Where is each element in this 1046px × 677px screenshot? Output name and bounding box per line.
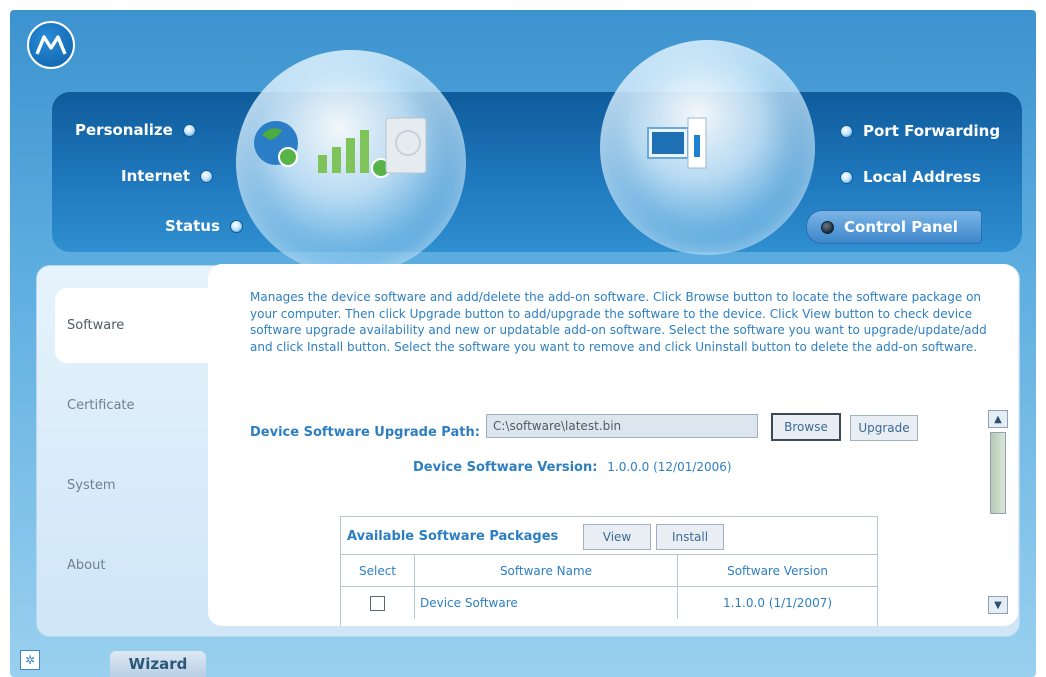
nav-dot-icon xyxy=(182,123,196,137)
nav-port-forwarding-label: Port Forwarding xyxy=(863,122,1001,140)
install-button[interactable]: Install xyxy=(656,524,724,550)
computer-icon xyxy=(647,117,707,169)
packages-table: Available Software Packages View Install… xyxy=(340,516,878,626)
network-devices-icon xyxy=(254,117,427,178)
nav-control-panel[interactable]: Control Panel xyxy=(806,210,982,244)
column-header-software-version: Software Version xyxy=(678,555,877,587)
upgrade-path-input[interactable] xyxy=(486,414,758,438)
select-checkbox[interactable] xyxy=(370,595,385,611)
software-version-row: Device Software Version: 1.0.0.0 (12/01/… xyxy=(413,460,732,475)
content-scrollbar[interactable]: ▲ ▼ xyxy=(988,410,1008,614)
upgrade-path-label: Device Software Upgrade Path: xyxy=(250,425,480,440)
scroll-thumb[interactable] xyxy=(990,432,1006,514)
tab-about[interactable]: About xyxy=(55,528,215,603)
tab-certificate-label: Certificate xyxy=(67,398,135,413)
nav-dot-icon xyxy=(840,124,853,138)
scroll-down-icon[interactable]: ▼ xyxy=(988,596,1008,614)
software-description: Manages the device software and add/dele… xyxy=(250,290,987,354)
nav-control-panel-label: Control Panel xyxy=(844,218,958,236)
view-button[interactable]: View xyxy=(583,524,651,550)
motorola-logo[interactable] xyxy=(27,21,75,69)
nav-personalize-label: Personalize xyxy=(75,121,173,139)
nav-status[interactable]: Status xyxy=(165,217,243,235)
nav-status-label: Status xyxy=(165,217,220,235)
upgrade-button[interactable]: Upgrade xyxy=(850,415,918,441)
browse-button[interactable]: Browse xyxy=(771,413,841,441)
software-version-label: Device Software Version: xyxy=(413,460,598,475)
tab-software[interactable]: Software xyxy=(55,288,225,363)
software-content-panel: Manages the device software and add/dele… xyxy=(208,264,1018,626)
nav-internet-label: Internet xyxy=(121,167,191,185)
table-row-version: 1.1.0.0 (1/1/2007) xyxy=(722,596,833,610)
tab-software-label: Software xyxy=(67,318,125,333)
column-header-software-name: Software Name xyxy=(415,555,678,587)
nav-dot-active-icon xyxy=(821,220,834,234)
nav-personalize[interactable]: Personalize xyxy=(75,121,196,139)
nav-dot-icon xyxy=(840,170,853,184)
nav-internet[interactable]: Internet xyxy=(121,167,214,185)
nav-local-address-label: Local Address xyxy=(863,168,981,186)
network-bubble xyxy=(236,50,466,275)
tab-certificate[interactable]: Certificate xyxy=(55,368,215,443)
scroll-up-icon[interactable]: ▲ xyxy=(988,410,1008,428)
column-header-select: Select xyxy=(341,555,415,587)
table-row-name: Device Software xyxy=(415,587,678,619)
packages-title: Available Software Packages xyxy=(347,529,559,544)
motorola-logo-icon xyxy=(35,35,67,55)
table-row-select-cell xyxy=(341,587,415,619)
tab-system[interactable]: System xyxy=(55,448,215,523)
packages-table-header: Available Software Packages View Install xyxy=(341,517,877,555)
tab-about-label: About xyxy=(67,558,106,573)
nav-dot-icon xyxy=(229,219,243,233)
software-version-value: 1.0.0.0 (12/01/2006) xyxy=(607,460,732,474)
nav-dot-icon xyxy=(200,169,214,183)
tab-system-label: System xyxy=(67,478,116,493)
wizard-tab[interactable]: Wizard xyxy=(110,651,206,677)
computer-bubble xyxy=(600,40,815,255)
nav-port-forwarding[interactable]: Port Forwarding xyxy=(840,122,1000,140)
sparkle-icon[interactable]: ✲ xyxy=(20,650,40,670)
nav-local-address[interactable]: Local Address xyxy=(840,168,981,186)
